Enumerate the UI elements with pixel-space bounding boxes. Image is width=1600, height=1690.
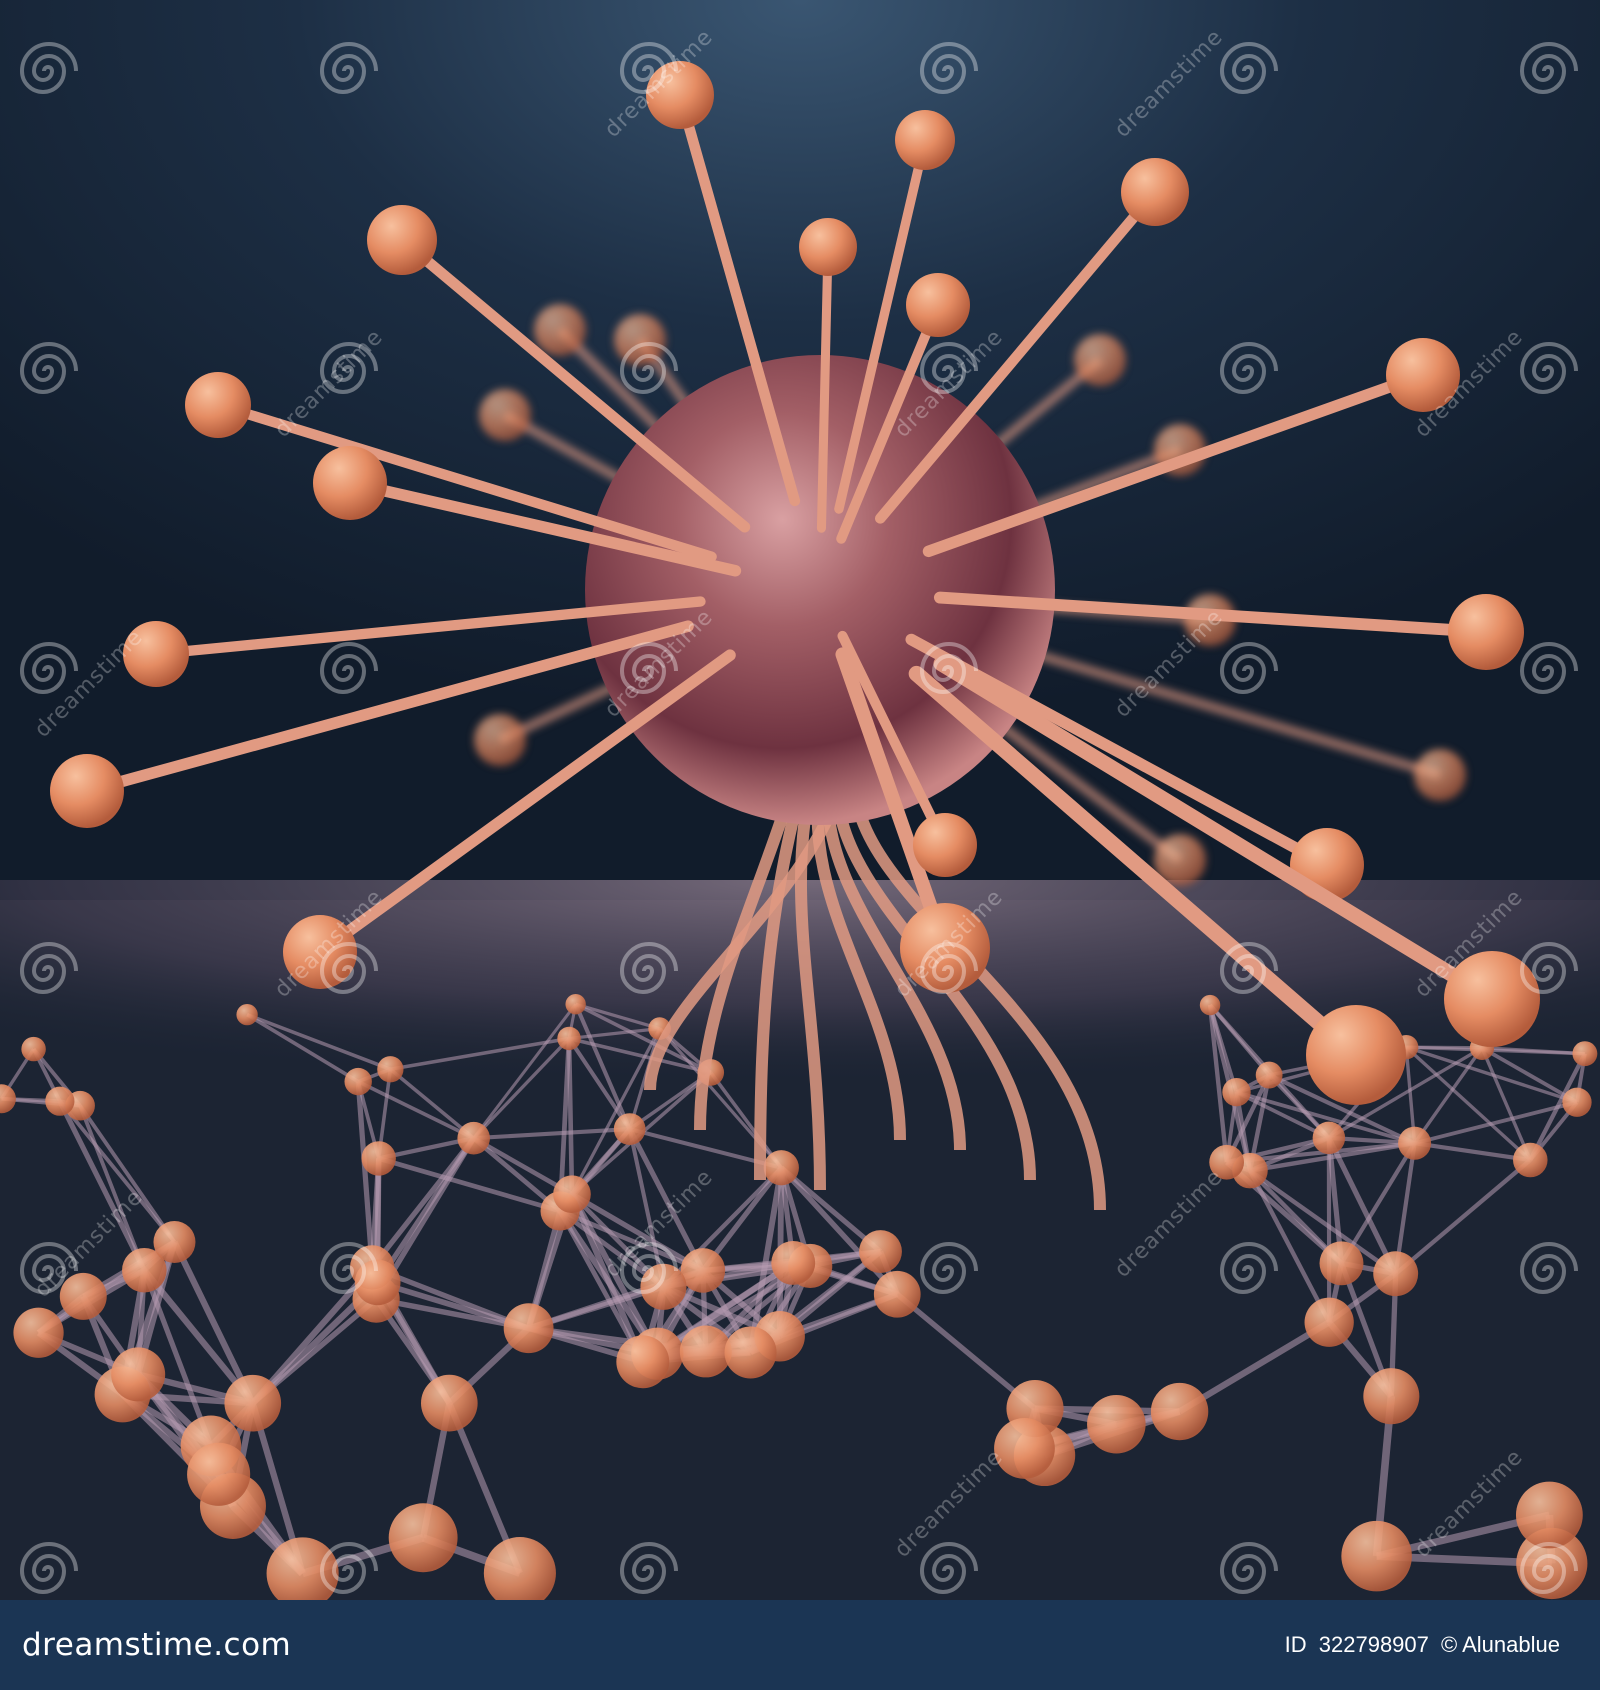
network-node (187, 1442, 251, 1506)
network-node (1312, 1121, 1346, 1155)
network-node (1515, 1481, 1583, 1549)
network-node (557, 1026, 581, 1051)
network-node (457, 1121, 490, 1155)
network-node (21, 1036, 46, 1062)
network-node (994, 1418, 1055, 1479)
network-node (873, 1270, 921, 1318)
network-node (153, 1221, 196, 1264)
network-node (613, 1113, 646, 1145)
network-node (1513, 1142, 1548, 1178)
dendrite-tip (123, 621, 189, 687)
network-node (565, 994, 586, 1015)
network-node (1150, 1382, 1209, 1441)
dendrite-tip (1121, 158, 1189, 226)
dendrite-tip (614, 314, 666, 366)
network-node (1209, 1144, 1245, 1180)
network-node (640, 1263, 687, 1310)
dendrite-tip (283, 915, 357, 989)
network-node (13, 1307, 64, 1358)
network-node (111, 1347, 166, 1402)
logo-text: dreamstime.com (22, 1627, 292, 1663)
dendrite-tip (474, 714, 526, 766)
network-node (344, 1067, 372, 1096)
network-node (763, 1150, 799, 1186)
network-node (1341, 1520, 1412, 1592)
network-node (503, 1303, 554, 1354)
dendrite-tip (367, 205, 437, 275)
network-node (1572, 1041, 1598, 1067)
network-node (553, 1175, 591, 1214)
dendrite-tip (1306, 1005, 1406, 1105)
network-node (354, 1259, 401, 1306)
id-label: ID (1284, 1632, 1307, 1657)
network-node (236, 1003, 258, 1026)
dendrite-tip (1448, 594, 1524, 670)
dendrite-tip (534, 304, 586, 356)
network-node (45, 1086, 75, 1116)
network-node (1304, 1297, 1354, 1347)
network-node (680, 1248, 726, 1293)
network-node (420, 1374, 478, 1432)
dendrite-tip (1444, 951, 1540, 1047)
network-node (1373, 1251, 1419, 1297)
id-value: 322798907 (1318, 1632, 1429, 1657)
dendrite-tip (1074, 334, 1126, 386)
dendrite-tip (799, 218, 857, 276)
dendrite-tip (895, 110, 955, 170)
network-node (224, 1374, 282, 1432)
dendrite-tip (479, 389, 531, 441)
network-node (1199, 994, 1221, 1016)
network-node (724, 1326, 777, 1379)
dendrite-tip (50, 754, 124, 828)
author-credit: © Alunablue (1441, 1632, 1560, 1657)
dendrite-tip (1386, 338, 1460, 412)
network-node (859, 1230, 902, 1273)
dendrite-tip (313, 446, 387, 520)
dendrite-tip (913, 813, 977, 877)
network-node (616, 1335, 670, 1389)
dendrite-tip (900, 903, 990, 993)
photo: dreamstime dreamstime dreamstime dreamstime… (0, 0, 1600, 1600)
image-meta: ID 322798907 © Alunablue (1279, 1632, 1560, 1658)
network-node (1255, 1061, 1283, 1089)
dendrite-tip (185, 372, 251, 438)
neuron-illustration (0, 61, 1600, 1600)
network-node (1319, 1241, 1364, 1286)
network-node (771, 1241, 816, 1285)
dendrite-stalk (396, 234, 751, 533)
network-node (59, 1272, 107, 1320)
network-link (566, 1038, 575, 1195)
network-node (388, 1503, 458, 1573)
network-node (377, 1056, 404, 1083)
dreamstime-logo[interactable]: dreamstime.com (22, 1627, 291, 1663)
network-node (1562, 1087, 1592, 1117)
network-node (1363, 1368, 1420, 1425)
network-node (679, 1325, 732, 1378)
stock-image: dreamstime dreamstime dreamstime dreamstime… (0, 0, 1600, 1690)
network-node (361, 1141, 396, 1176)
network-node (1398, 1126, 1432, 1160)
dendrite-tip (646, 61, 714, 129)
footer-bar: dreamstime.com ID 322798907 © Alunablue (0, 1600, 1600, 1690)
network-node (1087, 1394, 1146, 1454)
dendrite-tip (906, 273, 970, 337)
dendrite-tip (1414, 749, 1466, 801)
network-node (1222, 1077, 1251, 1107)
